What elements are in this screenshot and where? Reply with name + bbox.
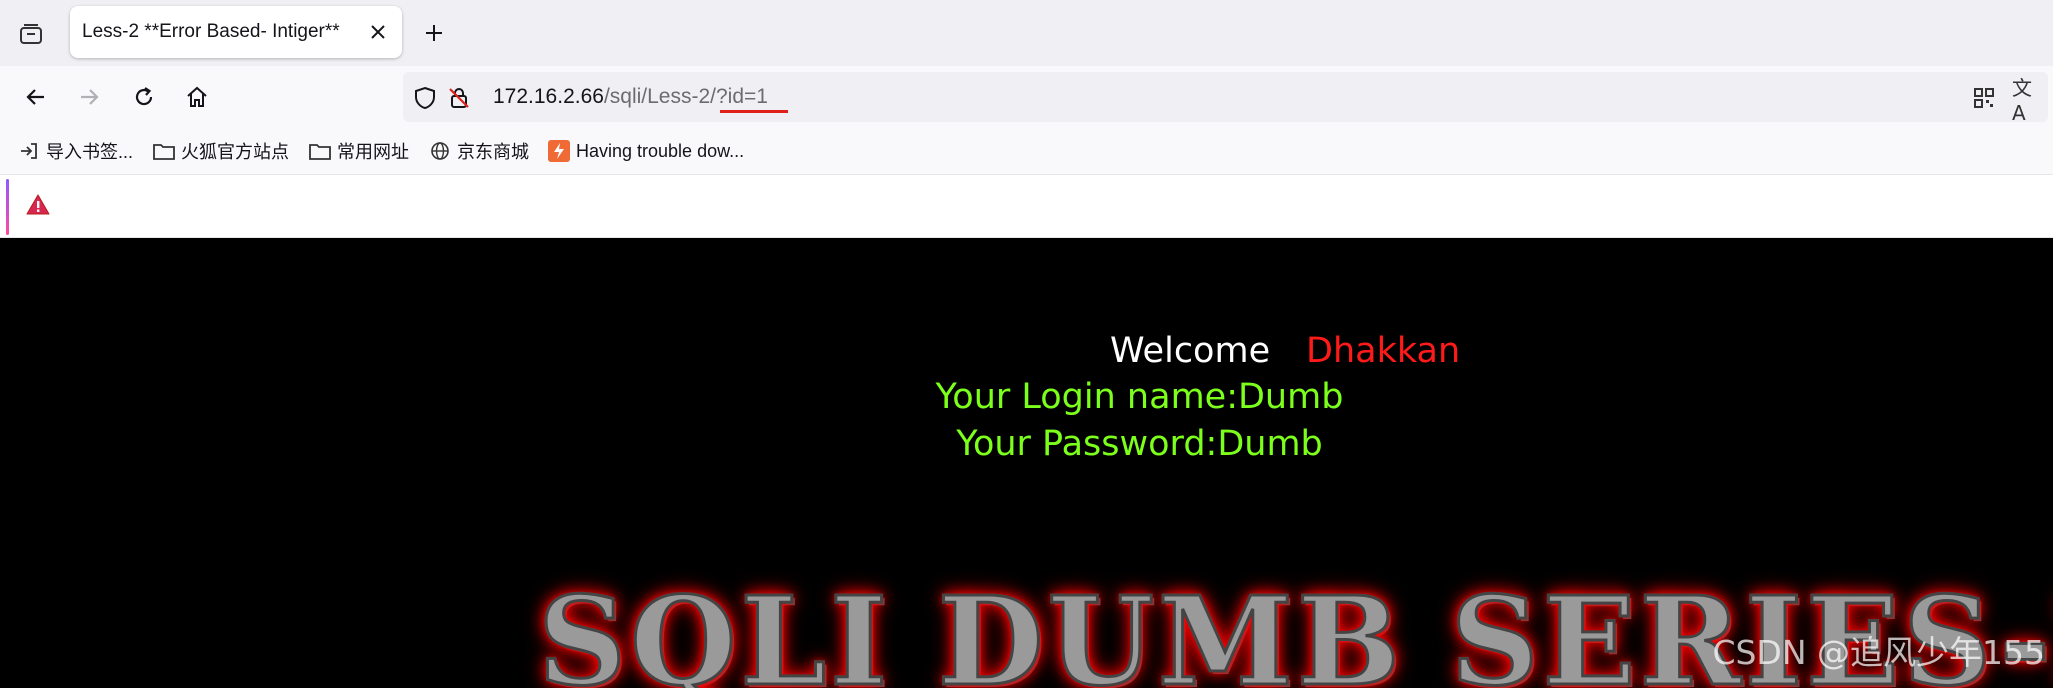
qr-code-icon[interactable]: [1970, 84, 1998, 112]
bookmark-import[interactable]: 导入书签...: [18, 136, 133, 166]
bookmark-firefox-site[interactable]: 火狐官方站点: [153, 136, 289, 166]
bookmark-jd[interactable]: 京东商城: [429, 136, 529, 166]
active-tab[interactable]: Less-2 **Error Based- Intiger**: [70, 6, 402, 58]
lightning-icon: [548, 140, 570, 162]
import-icon: [18, 140, 40, 162]
bookmark-label: 常用网址: [337, 142, 409, 162]
url-text[interactable]: 172.16.2.66/sqli/Less-2/?id=1: [493, 85, 768, 109]
welcome-text: Welcome: [1110, 331, 1271, 371]
password-text: Your Password:Dumb: [956, 424, 1323, 464]
new-tab-icon[interactable]: [420, 19, 448, 47]
url-host: 172.16.2.66: [493, 85, 604, 108]
insecure-lock-icon[interactable]: [445, 84, 473, 112]
bookmark-label: 京东商城: [457, 142, 529, 162]
tab-list-icon[interactable]: [14, 20, 48, 48]
reload-icon[interactable]: [127, 80, 161, 114]
translate-icon[interactable]: 文A: [2012, 76, 2040, 125]
watermark-text: CSDN @追风少年155: [1712, 633, 2045, 672]
globe-icon: [429, 140, 451, 162]
folder-icon: [309, 140, 331, 162]
bookmarks-toolbar: 导入书签... 火狐官方站点 常用网址 京东商城 Having trouble …: [0, 128, 2053, 174]
forward-icon[interactable]: [72, 80, 106, 114]
bookmark-label: 导入书签...: [46, 142, 134, 162]
home-icon[interactable]: [180, 80, 214, 114]
shield-icon[interactable]: [411, 84, 439, 112]
warning-icon: [26, 193, 50, 217]
bookmark-label: 火狐官方站点: [181, 142, 289, 162]
user-name-text: Dhakkan: [1306, 331, 1461, 371]
url-bar[interactable]: 172.16.2.66/sqli/Less-2/?id=1 文A: [403, 72, 2048, 125]
tab-strip: Less-2 **Error Based- Intiger**: [0, 0, 2053, 66]
url-underline-annotation: [720, 110, 788, 113]
bookmark-common-sites[interactable]: 常用网址: [309, 136, 409, 166]
close-icon[interactable]: [366, 20, 390, 44]
folder-icon: [153, 140, 175, 162]
tab-title: Less-2 **Error Based- Intiger**: [82, 21, 340, 42]
url-path: /sqli/Less-2/?id=1: [603, 85, 768, 108]
back-icon[interactable]: [19, 80, 53, 114]
notification-accent: [6, 179, 9, 235]
login-name-text: Your Login name:Dumb: [935, 377, 1344, 417]
page-content: Welcome Dhakkan Your Login name:Dumb You…: [0, 239, 2053, 688]
bookmark-having-trouble[interactable]: Having trouble dow...: [548, 136, 744, 166]
notification-bar: [0, 174, 2053, 238]
bookmark-label: Having trouble dow...: [576, 140, 745, 161]
welcome-line: Welcome Dhakkan: [0, 331, 2053, 375]
navigation-bar: 172.16.2.66/sqli/Less-2/?id=1 文A: [0, 66, 2053, 128]
